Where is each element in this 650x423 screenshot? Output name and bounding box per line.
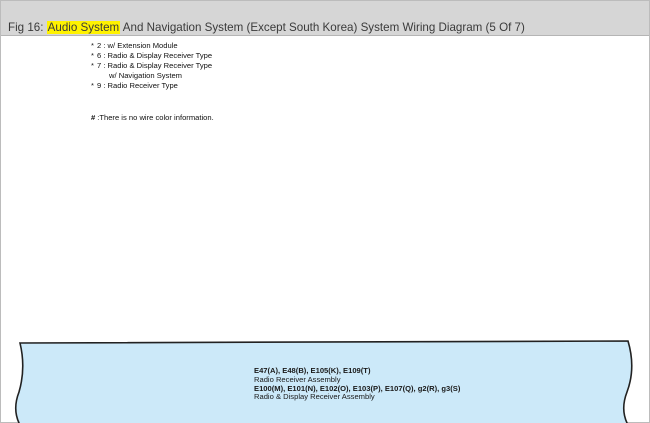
wire-color-note: #:There is no wire color information. [91,113,214,122]
note-item: * 9 : Radio Receiver Type [91,81,212,91]
note-text: 9 : Radio Receiver Type [97,81,178,90]
search-highlight: Audio System [46,21,121,34]
note-text: 7 : Radio & Display Receiver Type [97,61,213,70]
note-text: 6 : Radio & Display Receiver Type [97,51,213,60]
figure-title-rest: And Navigation System (Except South Kore… [120,21,525,34]
note-item: * 6 : Radio & Display Receiver Type [91,51,212,61]
wire-note-text: :There is no wire color information. [97,113,214,122]
figure-title: Fig 16: Audio System And Navigation Syst… [8,21,525,34]
figure-title-prefix: Fig 16: [8,21,47,34]
note-continuation: w/ Navigation System [109,71,183,80]
note-item: * 7 : Radio & Display Receiver Type [91,61,212,71]
note-text: 2 : w/ Extension Module [97,41,178,50]
figure-header: Fig 16: Audio System And Navigation Syst… [1,1,649,36]
hash-marker: # [91,113,96,122]
note-item: * 2 : w/ Extension Module [91,41,212,51]
diagram-viewer: Fig 16: Audio System And Navigation Syst… [0,0,650,423]
legend-notes: * 2 : w/ Extension Module * 6 : Radio & Di… [91,41,212,91]
